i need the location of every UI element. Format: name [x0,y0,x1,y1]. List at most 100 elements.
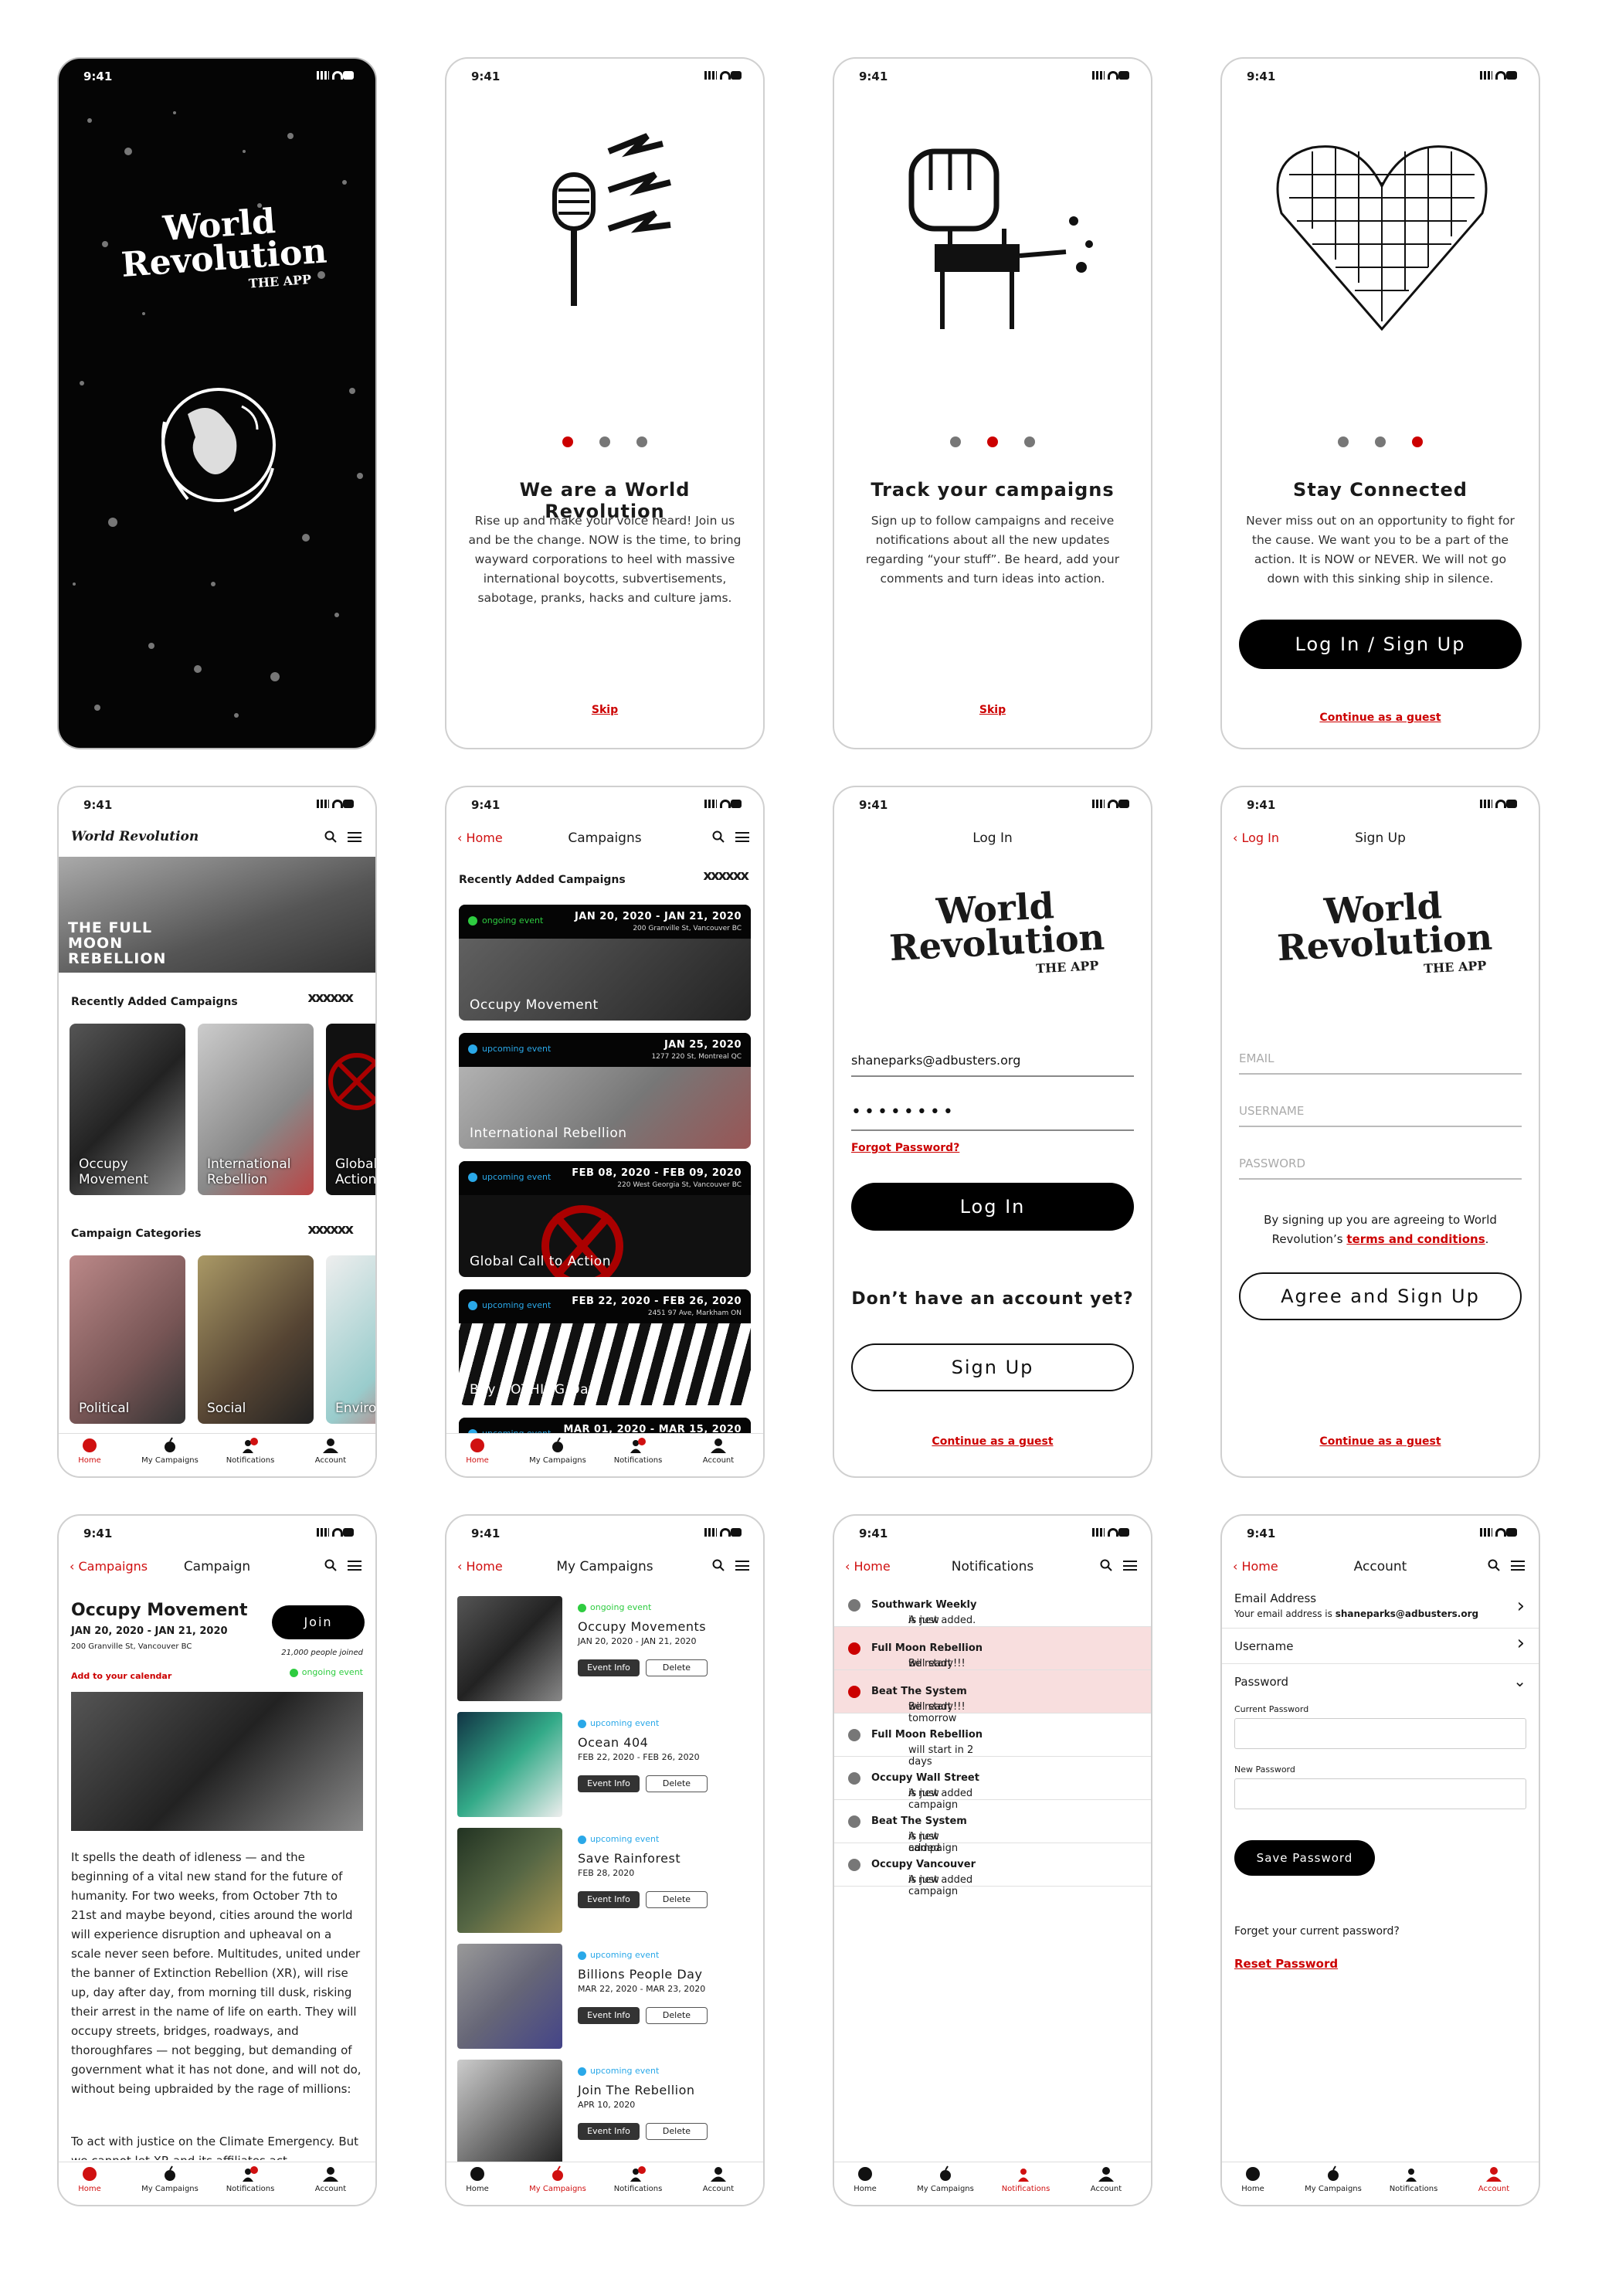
terms-link[interactable]: terms and conditions [1346,1232,1485,1246]
email-field[interactable]: shaneparks@adbusters.org [851,1053,1134,1077]
tab-my-campaigns[interactable]: My Campaigns [1302,2165,1364,2193]
notification-item[interactable]: A new campaign Occupy Vancouver is just … [834,1843,1151,1897]
continue-guest-link[interactable]: Continue as a guest [1319,1435,1441,1448]
add-calendar-link[interactable]: Add to your calendar [71,1671,171,1681]
new-password-input[interactable] [1234,1778,1526,1809]
password-input[interactable]: PASSWORD [1239,1156,1522,1180]
agree-signup-button[interactable]: Agree and Sign Up [1239,1272,1522,1320]
menu-icon[interactable] [735,832,749,842]
search-icon[interactable] [1100,1559,1112,1571]
campaign-thumb[interactable] [457,1712,562,1817]
join-button[interactable]: Join [272,1605,365,1639]
event-info-button[interactable]: Event Info [578,1891,640,1908]
skip-link[interactable]: Skip [979,704,1006,716]
skip-link[interactable]: Skip [592,704,618,716]
category-tile[interactable]: Enviro [326,1255,375,1424]
notification-item[interactable]: A new campaign Beat The System is just a… [834,1800,1151,1854]
email-input[interactable]: EMAIL [1239,1051,1522,1075]
tab-home[interactable]: Home [1222,2165,1284,2193]
tab-notifications[interactable]: Notifications [607,1437,669,1465]
notification-item[interactable]: Be ready!!! Beat The System will start t… [834,1670,1151,1724]
tab-home[interactable]: Home [446,1437,508,1465]
menu-icon[interactable] [348,832,361,842]
delete-button[interactable]: Delete [646,2007,708,2024]
event-info-button[interactable]: Event Info [578,1775,640,1792]
tab-home[interactable]: Home [834,2165,896,2193]
delete-button[interactable]: Delete [646,1659,708,1676]
tab-label: Account [1478,2185,1510,2193]
reset-password-link[interactable]: Reset Password [1234,1957,1338,1971]
campaign-card[interactable]: upcoming event FEB 08, 2020 - FEB 09, 202… [459,1161,751,1277]
tab-notifications[interactable]: Notifications [607,2165,669,2193]
campaign-card[interactable]: ongoing event JAN 20, 2020 - JAN 21, 2020… [459,905,751,1021]
campaign-thumb[interactable] [457,1596,562,1701]
event-info-button[interactable]: Event Info [578,1659,640,1676]
delete-button[interactable]: Delete [646,2123,708,2140]
forgot-password-link[interactable]: Forgot Password? [851,1142,959,1154]
search-icon[interactable] [324,830,337,843]
password-field[interactable]: •••••••• [851,1102,1134,1131]
campaign-thumb[interactable] [457,2060,562,2165]
username-input[interactable]: USERNAME [1239,1104,1522,1127]
tab-notifications[interactable]: Notifications [1383,2165,1444,2193]
password-section[interactable]: Password ⌄ [1222,1664,1539,1700]
tab-my-campaigns[interactable]: My Campaigns [527,1437,589,1465]
current-password-input[interactable] [1234,1718,1526,1749]
my-campaign-row: upcoming event Save Rainforest FEB 28, 202… [457,1828,752,1933]
tab-account[interactable]: Account [300,2165,361,2193]
event-info-button[interactable]: Event Info [578,2123,640,2140]
continue-guest-link[interactable]: Continue as a guest [1319,712,1441,724]
tab-my-campaigns[interactable]: My Campaigns [139,1437,201,1465]
login-button[interactable]: Log In [851,1183,1134,1231]
search-icon[interactable] [712,830,725,843]
campaign-card[interactable]: upcoming event JAN 25, 2020 1277 220 St, M… [459,1033,751,1149]
tab-notifications[interactable]: Notifications [219,2165,281,2193]
campaign-thumb[interactable] [457,1828,562,1933]
tab-home[interactable]: Home [59,2165,120,2193]
username-row[interactable]: Username › [1222,1629,1539,1664]
tab-account[interactable]: Account [1463,2165,1525,2193]
search-icon[interactable] [1488,1559,1500,1571]
home-logo[interactable]: World Revolution [71,829,199,844]
menu-icon[interactable] [735,1561,749,1571]
hero-banner[interactable]: THE FULL MOON REBELLION [59,857,375,973]
login-signup-button[interactable]: Log In / Sign Up [1239,620,1522,669]
notification-icon [1018,2169,1029,2182]
tab-account[interactable]: Account [687,2165,749,2193]
menu-icon[interactable] [1511,1561,1525,1571]
campaign-card[interactable]: upcoming event FEB 22, 2020 - FEB 26, 202… [459,1289,751,1405]
signup-button[interactable]: Sign Up [851,1343,1134,1391]
recent-tile[interactable]: Occupy Movement [70,1024,185,1195]
email-row[interactable]: Email Address Your email address is shan… [1222,1585,1539,1629]
notification-item[interactable]: A new campaign Occupy Wall Street is jus… [834,1757,1151,1811]
tab-account[interactable]: Account [1075,2165,1137,2193]
recent-tile[interactable]: Global Call to Action [326,1024,375,1195]
search-icon[interactable] [324,1559,337,1571]
campaign-name: Occupy Movement [470,997,599,1013]
event-info-button[interactable]: Event Info [578,2007,640,2024]
category-tile[interactable]: Social [198,1255,314,1424]
recent-tile[interactable]: International Rebellion [198,1024,314,1195]
menu-icon[interactable] [1123,1561,1137,1571]
campaign-thumb[interactable] [457,1944,562,2049]
save-password-button[interactable]: Save Password [1234,1840,1375,1876]
menu-icon[interactable] [348,1561,361,1571]
tab-account[interactable]: Account [300,1437,361,1465]
category-tile[interactable]: Political [70,1255,185,1424]
continue-guest-link[interactable]: Continue as a guest [932,1435,1053,1448]
delete-button[interactable]: Delete [646,1891,708,1908]
tab-my-campaigns[interactable]: My Campaigns [139,2165,201,2193]
search-icon[interactable] [712,1559,725,1571]
tab-home[interactable]: Home [59,1437,120,1465]
event-dates: JAN 20, 2020 - JAN 21, 2020 [574,911,742,922]
notification-item[interactable]: Be ready!!! Full Moon Rebellion will sta… [834,1627,1151,1681]
tab-my-campaigns[interactable]: My Campaigns [915,2165,976,2193]
tab-home[interactable]: Home [446,2165,508,2193]
notification-item[interactable]: Full Moon Rebellion will start in 2 days [834,1714,1151,1768]
tab-notifications[interactable]: Notifications [219,1437,281,1465]
tab-notifications[interactable]: Notifications [995,2165,1057,2193]
tab-account[interactable]: Account [687,1437,749,1465]
delete-button[interactable]: Delete [646,1775,708,1792]
tab-my-campaigns[interactable]: My Campaigns [527,2165,589,2193]
notification-item[interactable]: A new campaign Southwark Weekly is just … [834,1584,1151,1638]
